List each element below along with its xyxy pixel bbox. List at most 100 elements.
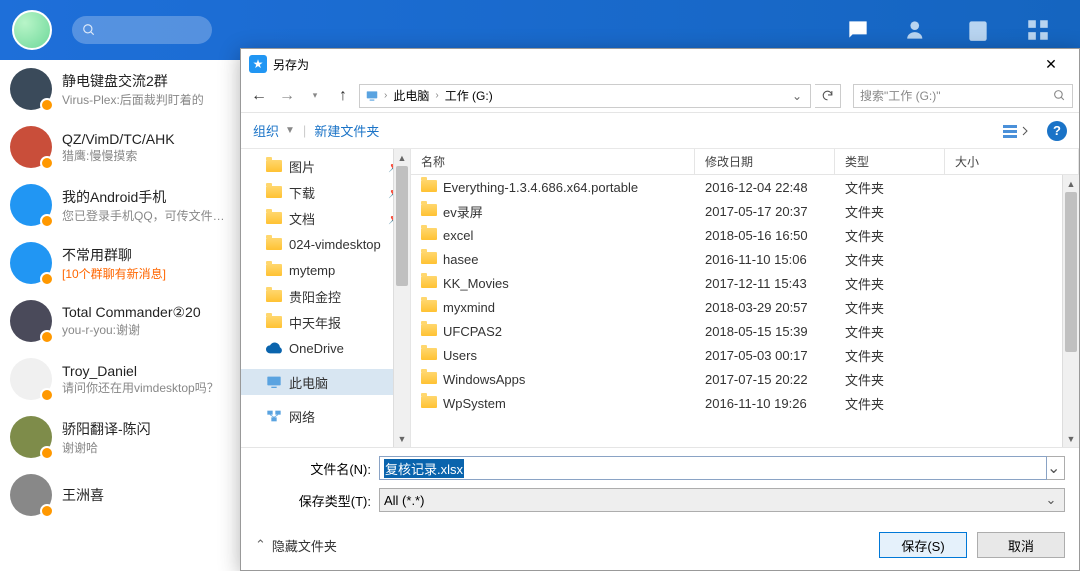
- file-date: 2017-05-17 20:37: [695, 200, 835, 223]
- qq-search[interactable]: [72, 16, 212, 44]
- organize-button[interactable]: 组织: [253, 121, 279, 140]
- search-placeholder: 搜索"工作 (G:)": [860, 87, 941, 104]
- address-dropdown-icon[interactable]: ⌄: [788, 89, 806, 103]
- new-folder-button[interactable]: 新建文件夹: [314, 121, 379, 140]
- tree-item[interactable]: 下载📌: [241, 179, 410, 205]
- file-date: 2018-05-16 16:50: [695, 224, 835, 247]
- contact-item[interactable]: 王洲喜: [0, 466, 240, 524]
- tab-apps-icon[interactable]: [948, 17, 1008, 43]
- folder-icon: [265, 209, 283, 227]
- chevron-right-icon[interactable]: ›: [382, 90, 389, 101]
- tree-item[interactable]: 中天年报: [241, 309, 410, 335]
- contact-subtitle: Virus-Plex:后面裁判盯着的: [62, 91, 204, 108]
- contact-avatar: [10, 126, 52, 168]
- refresh-icon[interactable]: [815, 84, 841, 108]
- file-row[interactable]: hasee 2016-11-10 15:06 文件夹: [411, 247, 1079, 271]
- file-row[interactable]: excel 2018-05-16 16:50 文件夹: [411, 223, 1079, 247]
- file-row[interactable]: myxmind 2018-03-29 20:57 文件夹: [411, 295, 1079, 319]
- file-type: 文件夹: [835, 318, 945, 345]
- file-row[interactable]: WindowsApps 2017-07-15 20:22 文件夹: [411, 367, 1079, 391]
- tree-item[interactable]: 图片📌: [241, 153, 410, 179]
- file-row[interactable]: WpSystem 2016-11-10 19:26 文件夹: [411, 391, 1079, 415]
- folder-icon: [421, 396, 437, 411]
- scroll-up-icon[interactable]: ▲: [1063, 175, 1079, 192]
- col-name[interactable]: 名称: [411, 149, 695, 174]
- scroll-thumb[interactable]: [396, 166, 408, 286]
- avatar[interactable]: [12, 10, 52, 50]
- contact-item[interactable]: QZ/VimD/TC/AHK 猎鹰:慢慢摸索: [0, 118, 240, 176]
- chevron-down-icon[interactable]: ▼: [285, 125, 295, 136]
- scrollbar[interactable]: ▲ ▼: [1062, 175, 1079, 447]
- tree-item[interactable]: 网络: [241, 403, 410, 429]
- contact-item[interactable]: 不常用群聊 [10个群聊有新消息]: [0, 234, 240, 292]
- contact-name: 骄阳翻译-陈闪: [62, 419, 151, 439]
- tree-label: 此电脑: [289, 373, 328, 392]
- scrollbar[interactable]: ▲ ▼: [393, 149, 410, 447]
- search-input[interactable]: 搜索"工作 (G:)": [853, 84, 1073, 108]
- col-size[interactable]: 大小: [945, 149, 1079, 174]
- address-bar[interactable]: › 此电脑 › 工作 (G:) ⌄: [359, 84, 811, 108]
- chevron-right-icon[interactable]: ›: [433, 90, 440, 101]
- file-size: [945, 399, 1079, 407]
- filename-input[interactable]: 复核记录.xlsx: [379, 456, 1047, 480]
- file-name: KK_Movies: [443, 276, 509, 291]
- scroll-thumb[interactable]: [1065, 192, 1077, 352]
- pc-icon: [265, 373, 283, 391]
- dialog-title: 另存为: [273, 56, 309, 73]
- contact-name: 王洲喜: [62, 485, 104, 505]
- contact-item[interactable]: 我的Android手机 您已登录手机QQ，可传文件…: [0, 176, 240, 234]
- tree-item[interactable]: 此电脑: [241, 369, 410, 395]
- contact-item[interactable]: 静电键盘交流2群 Virus-Plex:后面裁判盯着的: [0, 60, 240, 118]
- filetype-select[interactable]: All (*.*) ⌄: [379, 488, 1065, 512]
- scroll-down-icon[interactable]: ▼: [1063, 430, 1079, 447]
- file-row[interactable]: KK_Movies 2017-12-11 15:43 文件夹: [411, 271, 1079, 295]
- folder-icon: [265, 183, 283, 201]
- save-button[interactable]: 保存(S): [879, 532, 967, 558]
- file-name: ev录屏: [443, 202, 483, 221]
- cancel-button[interactable]: 取消: [977, 532, 1065, 558]
- contact-item[interactable]: Total Commander②20 you-r-you:谢谢: [0, 292, 240, 350]
- tree-label: 图片: [289, 157, 315, 176]
- breadcrumb-segment[interactable]: 工作 (G:): [441, 87, 497, 104]
- up-icon[interactable]: ↑: [331, 84, 355, 108]
- back-icon[interactable]: ←: [247, 84, 271, 108]
- hide-folders-toggle[interactable]: ⌃ 隐藏文件夹: [255, 536, 337, 555]
- tab-more-icon[interactable]: [1008, 17, 1068, 43]
- contact-item[interactable]: Troy_Daniel 请问你还在用vimdesktop吗？: [0, 350, 240, 408]
- file-size: [945, 375, 1079, 383]
- contact-item[interactable]: 骄阳翻译-陈闪 谢谢哈: [0, 408, 240, 466]
- filename-dropdown-icon[interactable]: ⌄: [1047, 456, 1065, 480]
- recent-dropdown-icon[interactable]: ▾: [303, 84, 327, 108]
- file-row[interactable]: ev录屏 2017-05-17 20:37 文件夹: [411, 199, 1079, 223]
- tree-item[interactable]: OneDrive: [241, 335, 410, 361]
- folder-icon: [421, 204, 437, 219]
- status-badge: [40, 272, 54, 286]
- tree-item[interactable]: 贵阳金控: [241, 283, 410, 309]
- col-date[interactable]: 修改日期: [695, 149, 835, 174]
- folder-icon: [421, 300, 437, 315]
- filetype-label: 保存类型(T):: [255, 491, 379, 510]
- tree-item[interactable]: mytemp: [241, 257, 410, 283]
- tab-chat-icon[interactable]: [828, 17, 888, 43]
- tree-label: 网络: [289, 407, 315, 426]
- search-icon: [1053, 89, 1066, 102]
- close-icon[interactable]: ✕: [1031, 56, 1071, 73]
- tree-item[interactable]: 文档📌: [241, 205, 410, 231]
- tree-item[interactable]: 024-vimdesktop: [241, 231, 410, 257]
- file-type: 文件夹: [835, 198, 945, 225]
- pc-icon: [364, 88, 380, 104]
- app-icon: ★: [249, 55, 267, 73]
- file-row[interactable]: Everything-1.3.4.686.x64.portable 2016-1…: [411, 175, 1079, 199]
- filename-label: 文件名(N):: [255, 459, 379, 478]
- scroll-up-icon[interactable]: ▲: [394, 149, 410, 166]
- file-row[interactable]: UFCPAS2 2018-05-15 15:39 文件夹: [411, 319, 1079, 343]
- help-icon[interactable]: ?: [1047, 121, 1067, 141]
- view-options-icon[interactable]: [997, 123, 1037, 139]
- breadcrumb-segment[interactable]: 此电脑: [389, 87, 433, 104]
- tab-contacts-icon[interactable]: [888, 17, 948, 43]
- contact-name: Troy_Daniel: [62, 363, 219, 379]
- contact-avatar: [10, 184, 52, 226]
- col-type[interactable]: 类型: [835, 149, 945, 174]
- scroll-down-icon[interactable]: ▼: [394, 430, 410, 447]
- file-row[interactable]: Users 2017-05-03 00:17 文件夹: [411, 343, 1079, 367]
